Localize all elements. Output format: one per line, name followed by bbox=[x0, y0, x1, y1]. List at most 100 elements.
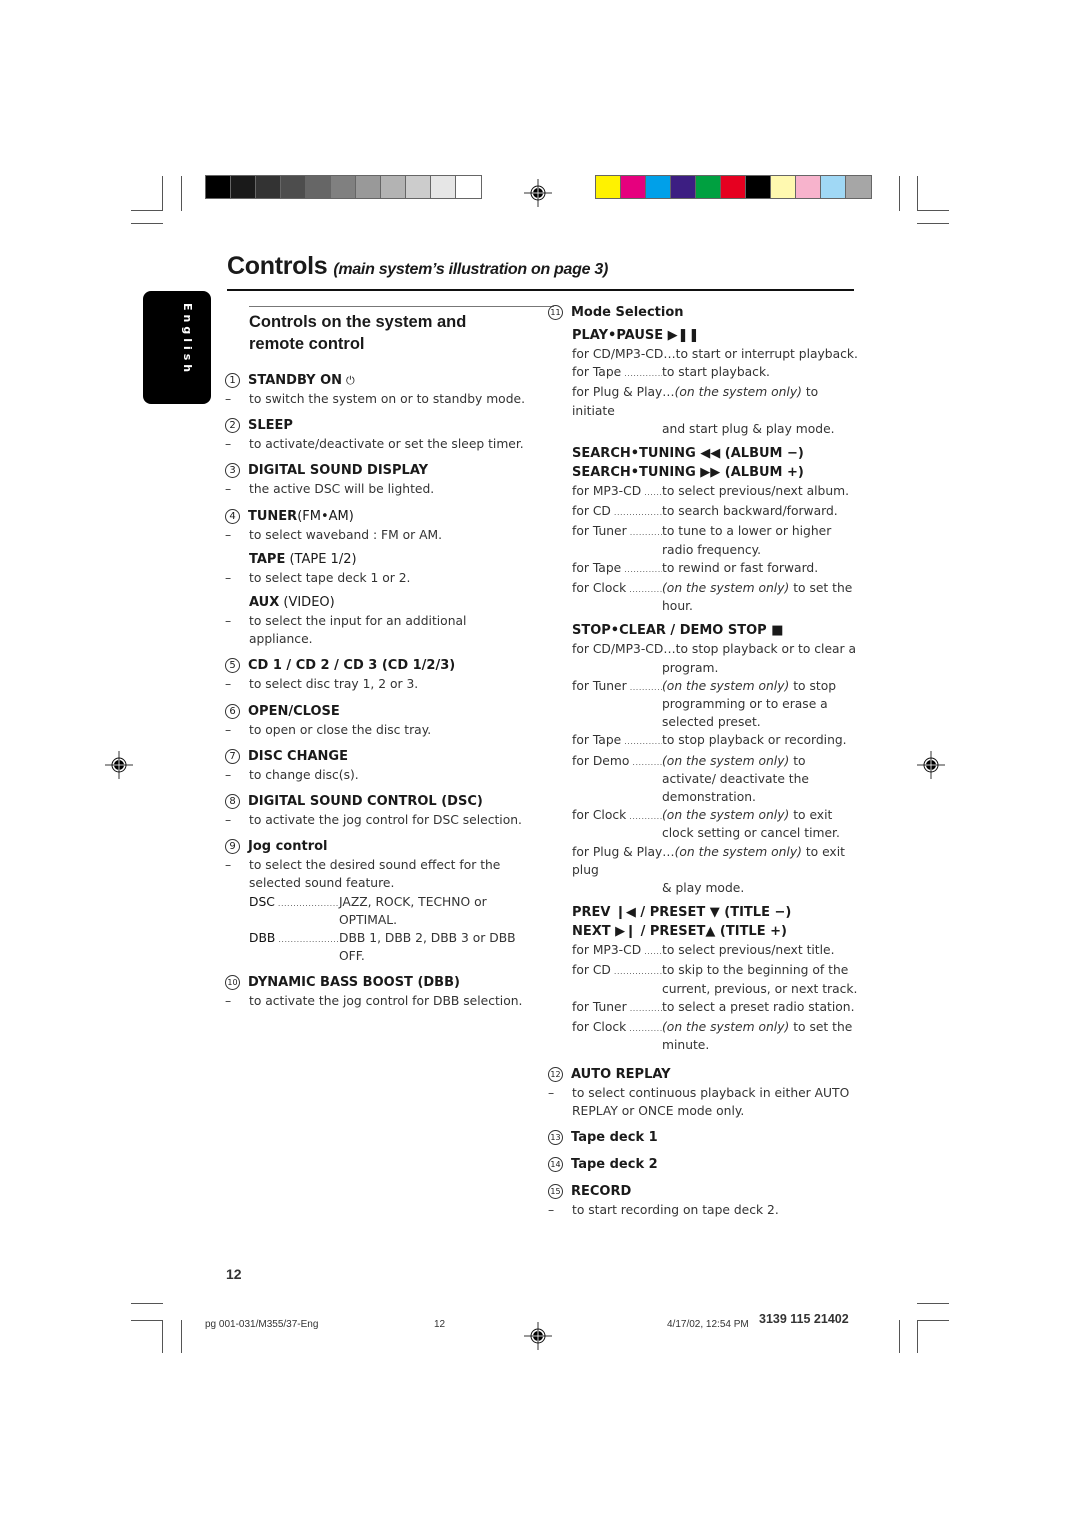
item-description: – to activate the jog control for DBB sel… bbox=[225, 992, 525, 1010]
item-heading: 3 DIGITAL SOUND DISPLAY bbox=[225, 461, 525, 480]
dash: – bbox=[548, 1202, 555, 1217]
crop-mark bbox=[917, 176, 918, 211]
crop-mark bbox=[899, 176, 900, 211]
item-heading: 4 TUNER (FM•AM) bbox=[225, 507, 525, 526]
item-description: – to select tape deck 1 or 2. bbox=[225, 569, 525, 587]
sub-control-note: (TAPE 1/2) bbox=[285, 551, 357, 567]
section-title: Controls on the system and remote contro… bbox=[249, 311, 525, 355]
row-text: to select previous/next title. bbox=[662, 943, 835, 958]
item-label: DIGITAL SOUND DISPLAY bbox=[248, 463, 429, 479]
item-description: – to select the desired sound effect for … bbox=[225, 856, 525, 892]
color-swatch bbox=[696, 176, 721, 198]
description-text: to activate the jog control for DSC sele… bbox=[249, 813, 522, 828]
row-text: to start playback. bbox=[662, 365, 770, 380]
control-list: 12 AUTO REPLAY – to select continuous playb… bbox=[548, 1065, 858, 1220]
row-note: (on the system only) bbox=[662, 753, 790, 768]
item-description: – to open or close the disc tray. bbox=[225, 721, 525, 739]
item-heading: 6 OPEN/CLOSE bbox=[225, 702, 525, 721]
item-heading: 2 SLEEP bbox=[225, 416, 525, 435]
description-text: to open or close the disc tray. bbox=[249, 722, 432, 737]
dash: – bbox=[225, 570, 232, 585]
description-text: to select the desired sound effect for t… bbox=[249, 858, 501, 891]
registration-mark-icon bbox=[524, 1322, 552, 1350]
row-text: for CD/MP3-CD…to start or interrupt play… bbox=[572, 347, 858, 361]
row-note: (on the system only) bbox=[662, 808, 790, 823]
row-value: (on the system only) to stop programming… bbox=[662, 677, 858, 732]
color-swatch bbox=[281, 176, 306, 198]
item-label: SLEEP bbox=[248, 418, 293, 434]
section-title-line: remote control bbox=[249, 335, 365, 353]
description-text: to activate the jog control for DBB sele… bbox=[249, 994, 523, 1009]
item-label-note: (FM•AM) bbox=[297, 508, 354, 524]
control-item: 7 DISC CHANGE – to change disc(s). bbox=[225, 747, 525, 784]
item-description: – to select the input for an additional a… bbox=[225, 612, 525, 648]
mode-row: for Tapeto start playback. bbox=[572, 363, 858, 383]
title-subtitle: (main system’s illustration on page 3) bbox=[333, 261, 608, 278]
description-text: to start recording on tape deck 2. bbox=[572, 1202, 779, 1217]
row-value: (on the system only) to set the minute. bbox=[662, 1018, 858, 1054]
control-item: 10 DYNAMIC BASS BOOST (DBB) – to activate t… bbox=[225, 973, 525, 1010]
row-continuation: and start plug & play mode. bbox=[662, 421, 835, 436]
color-swatch bbox=[431, 176, 456, 198]
row-key: for Tuner bbox=[572, 522, 662, 558]
sub-control-heading: AUX (VIDEO) bbox=[249, 593, 525, 612]
control-item-mode-selection: 11 Mode Selection PLAY•PAUSE ▶❚❚ for CD/MP3… bbox=[548, 303, 858, 1055]
item-number-badge: 1 bbox=[225, 373, 240, 388]
dash: – bbox=[225, 677, 232, 692]
color-swatch bbox=[331, 176, 356, 198]
row-value: to skip to the beginning of the current,… bbox=[662, 961, 858, 997]
description-text: to select disc tray 1, 2 or 3. bbox=[249, 677, 419, 692]
item-label: AUTO REPLAY bbox=[571, 1066, 671, 1082]
item-number-badge: 4 bbox=[225, 508, 240, 524]
item-label: Tape deck 1 bbox=[571, 1129, 658, 1145]
language-tab-label: English bbox=[181, 303, 194, 377]
row-note: (on the system only) bbox=[662, 1020, 790, 1035]
mode-row: for Plug & Play…(on the system only) to … bbox=[572, 383, 858, 419]
power-icon: ⏻ bbox=[346, 374, 355, 387]
row-value: to select previous/next album. bbox=[662, 482, 858, 502]
item-number-badge: 3 bbox=[225, 463, 240, 479]
color-swatch bbox=[771, 176, 796, 198]
crop-mark bbox=[917, 1320, 918, 1353]
right-column: 11 Mode Selection PLAY•PAUSE ▶❚❚ for CD/MP3… bbox=[548, 303, 858, 1227]
control-item: 12 AUTO REPLAY – to select continuous playb… bbox=[548, 1065, 858, 1120]
row-continuation: program. bbox=[662, 660, 719, 675]
color-swatch bbox=[231, 176, 256, 198]
row-text: for CD/MP3-CD…to stop playback or to cle… bbox=[572, 642, 857, 657]
mode-row: for Tapeto rewind or fast forward. bbox=[572, 559, 858, 579]
item-number-badge: 10 bbox=[225, 975, 240, 991]
row-key: for Clock bbox=[572, 806, 662, 842]
color-swatch bbox=[356, 176, 381, 198]
row-value: (on the system only) to activate/ deacti… bbox=[662, 752, 858, 807]
control-item: 11 Mode Selection PLAY•PAUSE ▶❚❚ for CD/MP3… bbox=[548, 303, 858, 1055]
color-swatch bbox=[256, 176, 281, 198]
dash: – bbox=[225, 437, 232, 452]
crop-mark bbox=[162, 176, 163, 211]
dash: – bbox=[225, 392, 232, 406]
mode-row: for Tunerto select a preset radio statio… bbox=[572, 998, 858, 1018]
row-key: for Tape bbox=[572, 559, 662, 579]
item-heading: 13 Tape deck 1 bbox=[548, 1128, 858, 1147]
registration-mark-icon bbox=[105, 751, 133, 779]
mode-row: for Tapeto stop playback or recording. bbox=[572, 731, 858, 751]
item-number-badge: 5 bbox=[225, 658, 240, 674]
item-label: TUNER bbox=[248, 508, 298, 524]
crop-mark bbox=[917, 223, 949, 224]
sub-control-label: TAPE bbox=[249, 551, 286, 567]
item-label: DYNAMIC BASS BOOST (DBB) bbox=[248, 975, 460, 991]
item-label: RECORD bbox=[571, 1183, 632, 1199]
row-text: to tune to a lower or higher radio frequ… bbox=[662, 524, 832, 557]
slug-datetime: 4/17/02, 12:54 PM bbox=[667, 1319, 749, 1330]
mode-row: for Clock(on the system only) to exit cl… bbox=[572, 806, 858, 842]
row-text: for Plug & Play… bbox=[572, 385, 675, 400]
mode-row: for Tuner(on the system only) to stop pr… bbox=[572, 677, 858, 732]
control-item: 15 RECORD – to start recording on tape deck… bbox=[548, 1182, 858, 1219]
item-description: – to select waveband : FM or AM. bbox=[225, 526, 525, 544]
row-note: (on the system only) bbox=[662, 678, 790, 693]
item-label: CD 1 / CD 2 / CD 3 (CD 1/2/3) bbox=[248, 658, 456, 674]
color-swatch bbox=[821, 176, 846, 198]
mode-row: for Clock(on the system only) to set the… bbox=[572, 579, 858, 615]
row-value: to rewind or fast forward. bbox=[662, 559, 858, 579]
item-heading: 5 CD 1 / CD 2 / CD 3 (CD 1/2/3) bbox=[225, 656, 525, 675]
item-label: DISC CHANGE bbox=[248, 748, 348, 764]
